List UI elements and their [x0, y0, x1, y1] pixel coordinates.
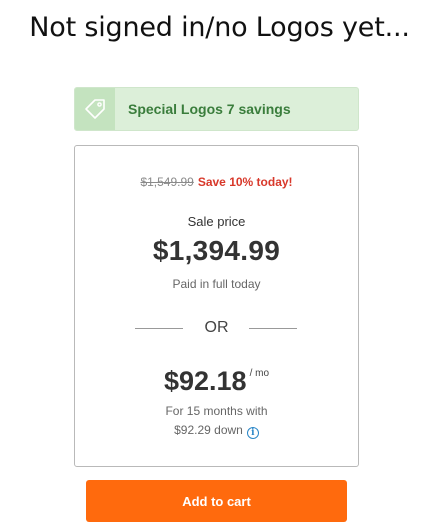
divider-line-left — [135, 328, 183, 329]
promo-banner: Special Logos 7 savings — [74, 87, 359, 131]
sale-price-label: Sale price — [187, 214, 246, 229]
save-text: Save 10% today! — [197, 175, 293, 189]
promo-text: Special Logos 7 savings — [128, 101, 291, 117]
tag-icon — [75, 88, 115, 130]
term-text: For 15 months with — [165, 404, 268, 418]
sale-price: $1,394.99 — [152, 235, 281, 266]
divider-line-right — [249, 328, 297, 329]
price-card: $1,549.99 Save 10% today! Sale price $1,3… — [74, 145, 359, 467]
monthly-price-row: $92.18/ mo — [75, 366, 358, 397]
info-icon[interactable]: i — [246, 427, 259, 439]
add-to-cart-button[interactable]: Add to cart — [86, 480, 347, 522]
original-price-row: $1,549.99 Save 10% today! — [75, 175, 358, 189]
original-price: $1,549.99 — [140, 175, 194, 189]
or-divider: OR — [75, 318, 358, 338]
down-payment-text: $92.29 down — [174, 423, 243, 437]
per-month-label: / mo — [249, 368, 270, 379]
down-payment-row: $92.29 down i — [75, 423, 358, 439]
paid-in-full-note: Paid in full today — [172, 277, 261, 291]
or-label: OR — [204, 319, 229, 336]
caption-text: Not signed in/no Logos yet... — [29, 12, 410, 43]
monthly-price: $92.18 — [163, 366, 247, 396]
